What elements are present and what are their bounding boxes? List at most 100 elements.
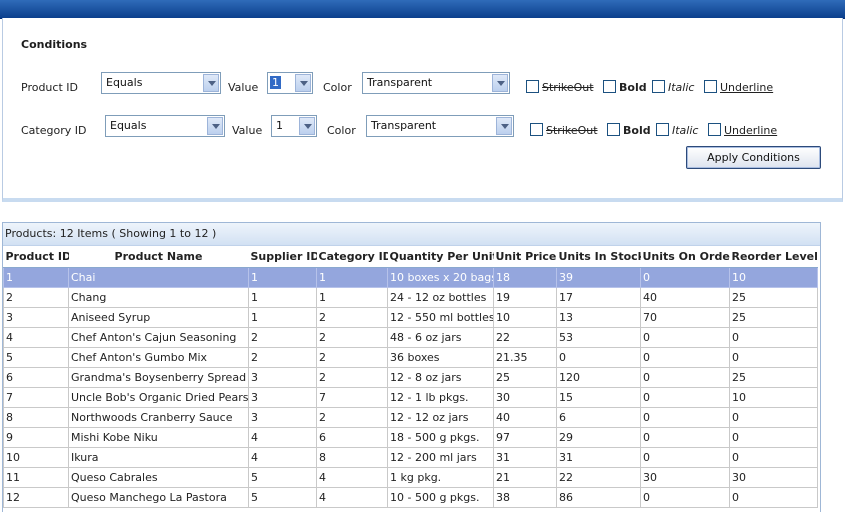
table-cell: 6 [316, 427, 388, 448]
table-cell: 5 [248, 467, 317, 488]
table-cell: 10 - 500 g pkgs. [387, 487, 494, 508]
table-cell: 4 [316, 467, 388, 488]
table-cell: 0 [729, 447, 818, 468]
chevron-down-icon[interactable] [496, 117, 512, 135]
table-cell: 4 [3, 327, 69, 348]
table-cell: 22 [556, 467, 641, 488]
column-header[interactable]: Unit Price [493, 246, 557, 268]
selected-value: 1 [270, 76, 281, 89]
table-row[interactable]: 3 Aniseed Syrup 1 2 12 - 550 ml bottles 10 13 7… [3, 307, 818, 328]
category-id-color-select[interactable]: Transparent [366, 115, 514, 137]
underline-label: Underline [724, 124, 778, 137]
product-id-color-select[interactable]: Transparent [362, 72, 510, 94]
table-row[interactable]: 11 Queso Cabrales 5 4 1 kg pkg. 21 22 30 30 [3, 467, 818, 488]
table-cell: 0 [729, 407, 818, 428]
table-row[interactable]: 8 Northwoods Cranberry Sauce 3 2 12 - 12 oz … [3, 407, 818, 428]
operator-value: Equals [106, 76, 143, 89]
table-cell: 0 [729, 327, 818, 348]
table-cell: 1 [248, 287, 317, 308]
table-cell: 38 [493, 487, 557, 508]
table-cell: 2 [316, 307, 388, 328]
table-row[interactable]: 1 Chai 1 1 10 boxes x 20 bags 18 39 0 10 [3, 267, 818, 288]
table-cell: 40 [493, 407, 557, 428]
column-header[interactable]: Quantity Per Unit [387, 246, 494, 268]
table-cell: 0 [729, 427, 818, 448]
table-cell: 12 - 1 lb pkgs. [387, 387, 494, 408]
table-cell: Queso Cabrales [68, 467, 249, 488]
color-label: Color [323, 81, 352, 94]
chevron-down-icon[interactable] [295, 74, 311, 92]
table-row[interactable]: 7 Uncle Bob's Organic Dried Pears 3 7 12 - 1… [3, 387, 818, 408]
italic-checkbox[interactable] [656, 123, 669, 136]
table-cell: 25 [729, 287, 818, 308]
product-id-operator-select[interactable]: Equals [101, 72, 221, 94]
table-cell: 0 [729, 487, 818, 508]
table-cell: 12 - 12 oz jars [387, 407, 494, 428]
table-cell: Uncle Bob's Organic Dried Pears [68, 387, 249, 408]
table-row[interactable]: 5 Chef Anton's Gumbo Mix 2 2 36 boxes 21.35 0 0… [3, 347, 818, 368]
table-cell: 3 [248, 407, 317, 428]
table-cell: 2 [316, 327, 388, 348]
table-cell: 120 [556, 367, 641, 388]
table-row[interactable]: 9 Mishi Kobe Niku 4 6 18 - 500 g pkgs. 97 29 0 0 [3, 427, 818, 448]
table-cell: 18 [493, 267, 557, 288]
table-cell: 1 [316, 287, 388, 308]
table-cell: 36 boxes [387, 347, 494, 368]
chevron-down-icon[interactable] [203, 74, 219, 92]
table-cell: 8 [3, 407, 69, 428]
chevron-down-icon[interactable] [492, 74, 508, 92]
table-row[interactable]: 12 Queso Manchego La Pastora 5 4 10 - 500 g … [3, 487, 818, 508]
column-header[interactable]: Category ID [316, 246, 388, 268]
column-header[interactable]: Reorder Level [729, 246, 818, 268]
column-header[interactable]: Supplier ID [248, 246, 317, 268]
table-cell: 6 [3, 367, 69, 388]
underline-label: Underline [720, 81, 774, 94]
table-cell: 30 [493, 387, 557, 408]
table-cell: 1 [3, 267, 69, 288]
strikeout-checkbox[interactable] [530, 123, 543, 136]
strikeout-checkbox[interactable] [526, 80, 539, 93]
table-cell: 10 [3, 447, 69, 468]
table-body: 1 Chai 1 1 10 boxes x 20 bags 18 39 0 10 2 Chang 1 1… [3, 267, 818, 508]
column-header[interactable]: Product ID [3, 246, 69, 268]
underline-checkbox[interactable] [704, 80, 717, 93]
table-cell: 97 [493, 427, 557, 448]
table-cell: Aniseed Syrup [68, 307, 249, 328]
table-cell: 53 [556, 327, 641, 348]
table-row[interactable]: 10 Ikura 4 8 12 - 200 ml jars 31 31 0 0 [3, 447, 818, 468]
table-cell: 31 [493, 447, 557, 468]
chevron-down-icon[interactable] [207, 117, 223, 135]
table-row[interactable]: 4 Chef Anton's Cajun Seasoning 2 2 48 - 6 oz… [3, 327, 818, 348]
table-cell: Grandma's Boysenberry Spread [68, 367, 249, 388]
category-id-value-select[interactable]: 1 [271, 115, 317, 137]
italic-checkbox[interactable] [652, 80, 665, 93]
table-header-row: Product ID Product Name Supplier ID Categor… [3, 246, 818, 268]
category-id-operator-select[interactable]: Equals [105, 115, 225, 137]
column-header[interactable]: Units In Stock [556, 246, 641, 268]
table-cell: 0 [640, 447, 730, 468]
bold-checkbox[interactable] [607, 123, 620, 136]
table-cell: 5 [248, 487, 317, 508]
table-cell: 3 [3, 307, 69, 328]
column-header[interactable]: Units On Order [640, 246, 730, 268]
color-label: Color [327, 124, 356, 137]
table-row[interactable]: 6 Grandma's Boysenberry Spread 3 2 12 - 8 oz… [3, 367, 818, 388]
table-cell: 17 [556, 287, 641, 308]
table-cell: Queso Manchego La Pastora [68, 487, 249, 508]
value-label: Value [232, 124, 263, 137]
bold-checkbox[interactable] [603, 80, 616, 93]
table-cell: 39 [556, 267, 641, 288]
bold-label: Bold [623, 124, 651, 137]
table-cell: 1 [248, 307, 317, 328]
column-header[interactable]: Product Name [68, 246, 249, 268]
table-cell: 4 [248, 427, 317, 448]
underline-checkbox[interactable] [708, 123, 721, 136]
table-cell: 0 [640, 327, 730, 348]
product-id-value-select[interactable]: 1 [267, 72, 313, 94]
table-cell: 29 [556, 427, 641, 448]
apply-conditions-button[interactable]: Apply Conditions [686, 146, 821, 169]
chevron-down-icon[interactable] [299, 117, 315, 135]
table-cell: 0 [556, 347, 641, 368]
strikeout-label: StrikeOut [546, 124, 598, 137]
table-row[interactable]: 2 Chang 1 1 24 - 12 oz bottles 19 17 40 25 [3, 287, 818, 308]
